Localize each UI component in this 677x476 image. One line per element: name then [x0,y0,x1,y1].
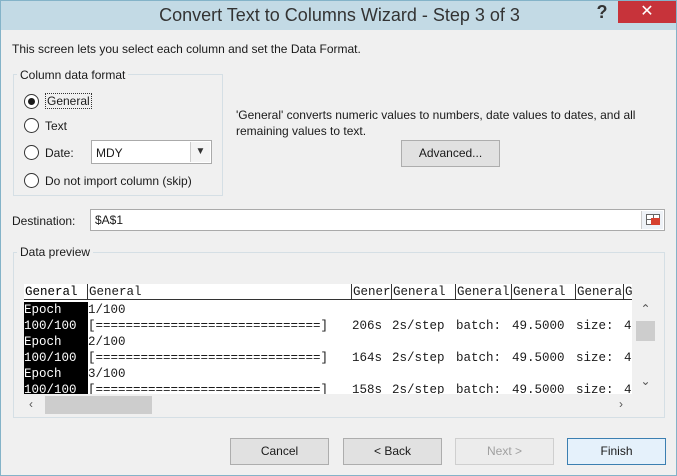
preview-cell[interactable]: batch: [456,382,512,394]
column-header[interactable]: General [88,284,352,300]
preview-cell[interactable] [576,366,624,382]
preview-cell[interactable] [576,334,624,350]
column-format-title: Column data format [17,68,129,82]
preview-cell[interactable] [624,366,632,382]
preview-cell[interactable]: 206s [352,318,392,334]
column-header[interactable]: Genera [576,284,624,300]
preview-cell[interactable]: 49.5000 [512,318,576,334]
preview-cell[interactable]: 100/100 [24,350,88,366]
data-preview-grid[interactable]: General General Gener General General Ge… [24,284,632,394]
preview-cell[interactable]: batch: [456,318,512,334]
preview-cell[interactable]: 49.5000 [512,382,576,394]
destination-value: $A$1 [95,213,124,227]
dialog-title: Convert Text to Columns Wizard - Step 3 … [159,5,520,25]
data-preview-title: Data preview [17,245,94,259]
preview-cell[interactable]: [==============================] [88,350,352,366]
preview-cell[interactable] [512,366,576,382]
preview-cell[interactable] [624,302,632,318]
intro-text: This screen lets you select each column … [12,42,361,56]
chevron-down-icon[interactable]: ▼ [190,142,210,162]
preview-cell[interactable] [456,334,512,350]
preview-cell[interactable] [456,302,512,318]
scroll-thumb[interactable] [636,321,655,341]
date-format-value: MDY [96,146,123,160]
title-bar: Convert Text to Columns Wizard - Step 3 … [1,1,676,30]
format-description: 'General' converts numeric values to num… [236,108,636,138]
radio-general[interactable]: General [24,93,92,109]
scroll-right-icon[interactable]: › [619,397,623,411]
preview-cell[interactable]: 4 [624,382,632,394]
radio-skip[interactable]: Do not import column (skip) [24,173,192,188]
preview-cell[interactable]: 4 [624,350,632,366]
column-header[interactable]: General [512,284,576,300]
advanced-button[interactable]: Advanced... [401,140,500,167]
horizontal-scrollbar[interactable]: ‹ › [24,394,632,416]
preview-cell[interactable]: 2/100 [88,334,352,350]
preview-cell[interactable]: 100/100 [24,318,88,334]
radio-date[interactable]: Date: [24,145,74,160]
scroll-down-icon[interactable]: ⌄ [632,374,659,388]
preview-cell[interactable]: size: [576,382,624,394]
column-header[interactable]: G [624,284,632,300]
preview-cell[interactable] [352,302,392,318]
radio-date-label: Date: [45,145,74,160]
vertical-scrollbar[interactable]: ⌃ ⌄ [632,284,659,394]
preview-cell[interactable]: 2s/step [392,318,456,334]
column-header[interactable]: General [24,284,88,300]
preview-cell[interactable]: Epoch [24,302,88,318]
preview-cell[interactable] [576,302,624,318]
preview-cell[interactable]: 2s/step [392,382,456,394]
preview-cell[interactable]: batch: [456,350,512,366]
radio-skip-icon[interactable] [24,173,39,188]
preview-cell[interactable] [456,366,512,382]
scroll-thumb[interactable] [45,396,152,414]
preview-cell[interactable] [352,334,392,350]
column-header[interactable]: Gener [352,284,392,300]
preview-cell[interactable]: 2s/step [392,350,456,366]
preview-cell[interactable]: [==============================] [88,382,352,394]
radio-general-icon[interactable] [24,93,39,109]
preview-cell[interactable] [392,366,456,382]
preview-cell[interactable]: 4 [624,318,632,334]
preview-cell[interactable]: Epoch [24,366,88,382]
preview-cell[interactable]: 49.5000 [512,350,576,366]
help-icon[interactable]: ? [591,1,613,23]
dialog-window: Convert Text to Columns Wizard - Step 3 … [0,0,677,476]
close-button[interactable]: ✕ [618,1,676,23]
preview-cell[interactable] [392,302,456,318]
preview-cell[interactable] [512,334,576,350]
preview-cell[interactable]: 1/100 [88,302,352,318]
date-format-select[interactable]: MDY ▼ [91,140,212,164]
preview-cell[interactable]: 3/100 [88,366,352,382]
radio-date-icon[interactable] [24,145,39,160]
scroll-left-icon[interactable]: ‹ [29,397,33,411]
column-header[interactable]: General [456,284,512,300]
preview-cell[interactable]: size: [576,318,624,334]
preview-cell[interactable]: size: [576,350,624,366]
radio-text-icon[interactable] [24,118,39,133]
column-header[interactable]: General [392,284,456,300]
radio-text-label: Text [45,118,68,133]
radio-text[interactable]: Text [24,118,67,133]
preview-cell[interactable] [352,366,392,382]
preview-cell[interactable] [392,334,456,350]
preview-cell[interactable]: Epoch [24,334,88,350]
range-select-icon[interactable] [641,211,663,229]
preview-cell[interactable]: 164s [352,350,392,366]
destination-label: Destination: [12,214,76,228]
destination-input[interactable]: $A$1 [90,209,665,231]
preview-cell[interactable]: [==============================] [88,318,352,334]
back-button[interactable]: < Back [343,438,442,465]
finish-button[interactable]: Finish [567,438,666,465]
preview-cell[interactable]: 158s [352,382,392,394]
radio-general-label: General [45,93,92,109]
radio-skip-label: Do not import column (skip) [45,173,192,188]
preview-cell[interactable] [624,334,632,350]
preview-cell[interactable] [512,302,576,318]
preview-cell[interactable]: 100/100 [24,382,88,394]
scroll-up-icon[interactable]: ⌃ [632,302,659,316]
next-button[interactable]: Next > [455,438,554,465]
cancel-button[interactable]: Cancel [230,438,329,465]
